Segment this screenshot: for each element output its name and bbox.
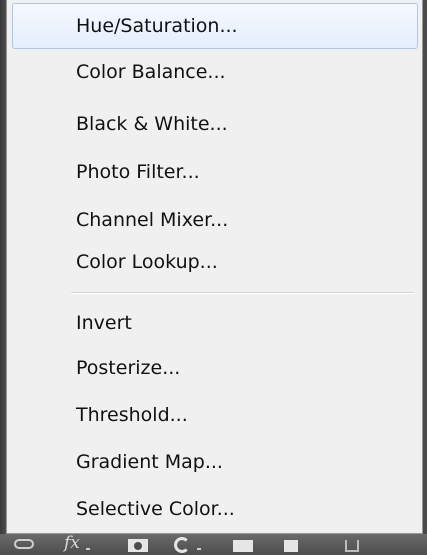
menu-item-selective-color[interactable]: Selective Color...: [12, 486, 418, 532]
menu-item-gradient-map[interactable]: Gradient Map...: [12, 439, 418, 485]
group-folder-icon[interactable]: [233, 540, 253, 552]
menu-item-color-balance[interactable]: Color Balance...: [12, 49, 418, 95]
menu-item-hue-saturation[interactable]: Hue/Saturation...: [12, 3, 418, 49]
layers-panel-toolbar: fx: [0, 534, 427, 555]
fx-dropdown-indicator: [86, 548, 90, 550]
menu-item-posterize[interactable]: Posterize...: [12, 345, 418, 391]
menu-separator: [71, 292, 414, 294]
adjustment-layer-icon[interactable]: [174, 537, 190, 553]
layer-mask-icon[interactable]: [128, 539, 148, 552]
trash-icon[interactable]: [345, 540, 359, 552]
screenshot-stage: Hue/Saturation... Color Balance... Black…: [0, 0, 427, 555]
adjustment-layer-menu: Hue/Saturation... Color Balance... Black…: [6, 0, 423, 534]
fx-icon[interactable]: fx: [64, 535, 80, 552]
menu-items-container: Hue/Saturation... Color Balance... Black…: [9, 0, 420, 531]
adjustment-dropdown-indicator: [197, 548, 201, 550]
menu-item-threshold[interactable]: Threshold...: [12, 392, 418, 438]
link-icon[interactable]: [14, 539, 34, 549]
menu-item-photo-filter[interactable]: Photo Filter...: [12, 149, 418, 195]
menu-item-invert[interactable]: Invert: [12, 300, 418, 346]
menu-item-black-white[interactable]: Black & White...: [12, 101, 418, 147]
new-layer-icon[interactable]: [284, 540, 298, 552]
menu-item-channel-mixer[interactable]: Channel Mixer...: [12, 197, 418, 243]
menu-item-color-lookup[interactable]: Color Lookup...: [12, 239, 418, 285]
